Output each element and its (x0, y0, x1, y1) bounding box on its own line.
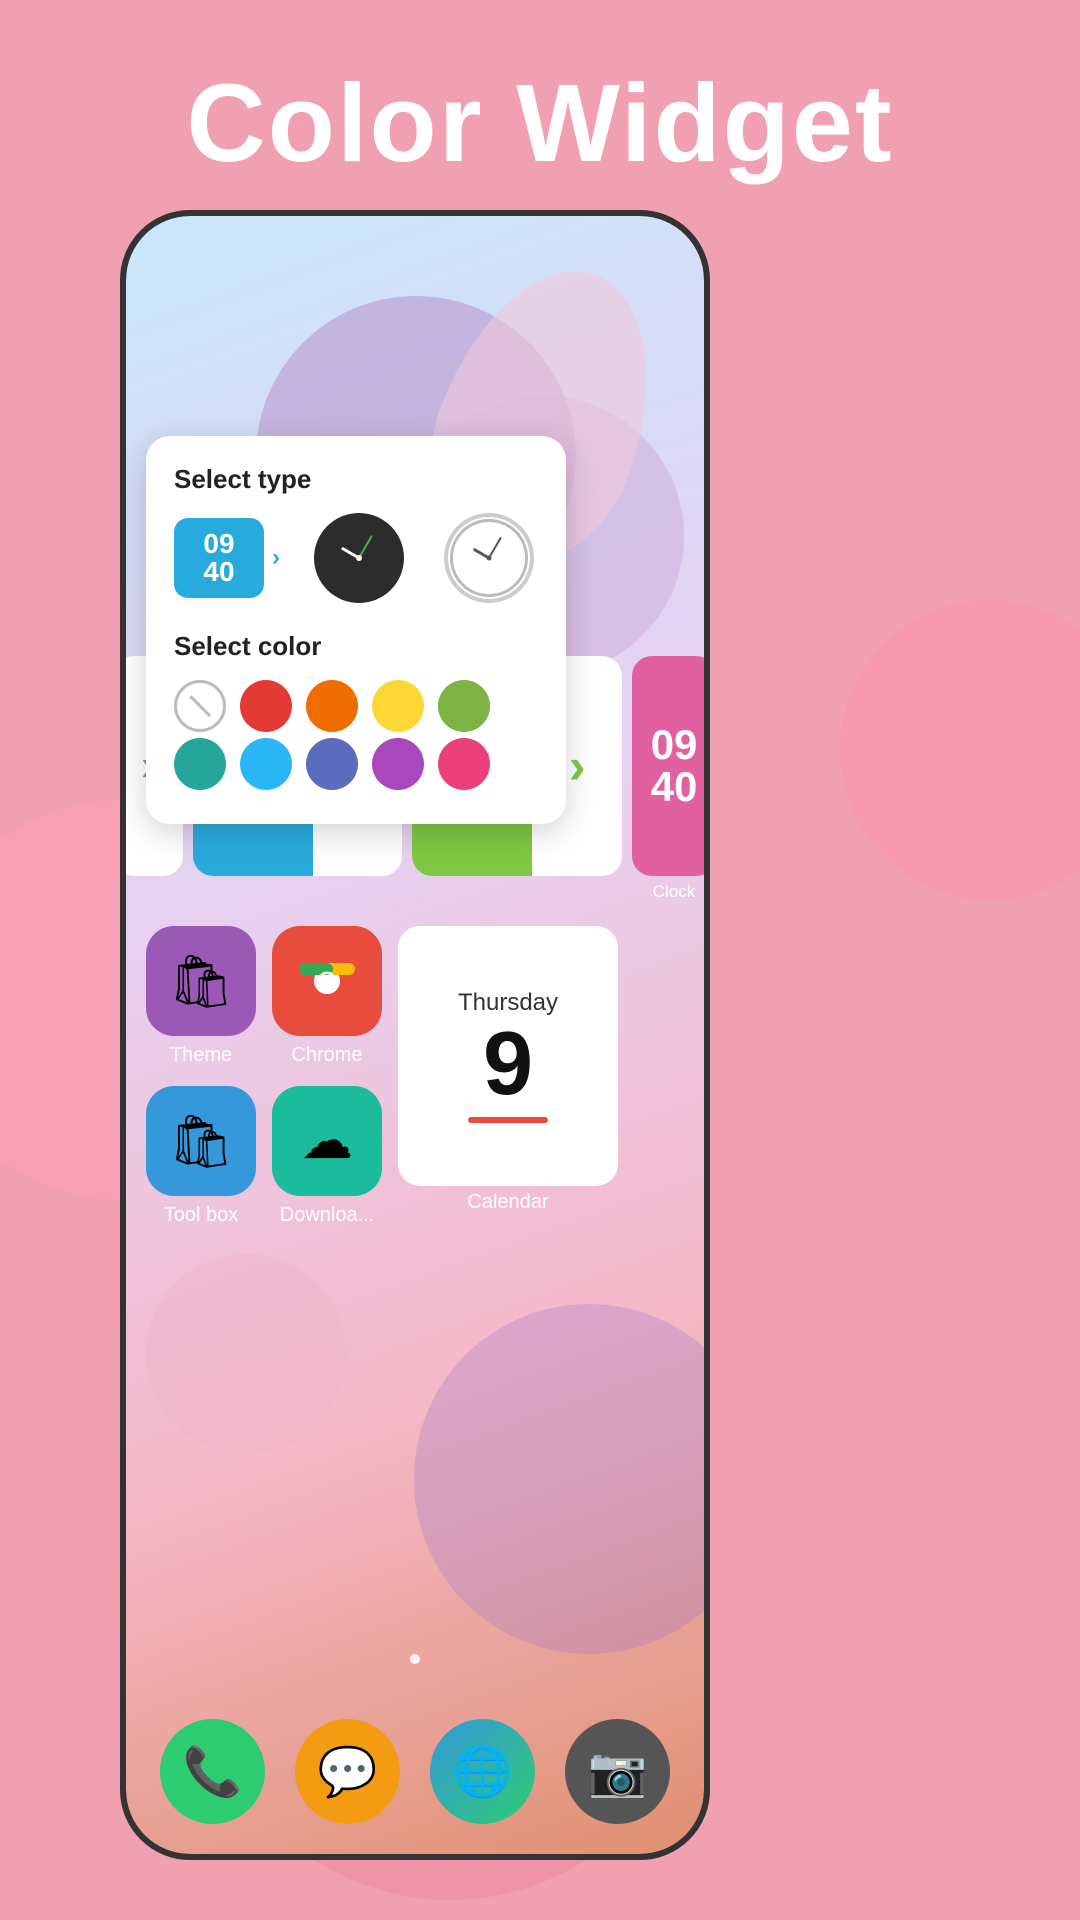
download-icon: ☁ (272, 1086, 382, 1196)
dock-camera[interactable]: 📷 (565, 1719, 670, 1824)
chrome-label: Chrome (291, 1044, 362, 1067)
chrome-icon: G (272, 926, 382, 1036)
color-swatch-red[interactable] (240, 680, 292, 732)
page-dot-active (410, 1654, 420, 1664)
color-swatch-purple[interactable] (372, 738, 424, 790)
widget-type-popup: Select type 09 40 › (146, 436, 566, 824)
clock-center (356, 555, 362, 561)
color-swatch-orange[interactable] (306, 680, 358, 732)
dock-message[interactable]: 💬 (295, 1719, 400, 1824)
calendar-day-name: Thursday (458, 989, 558, 1017)
app-theme[interactable]: 🛍 Theme (146, 926, 256, 1067)
calendar-date: 9 (483, 1019, 533, 1109)
pink-clock-label: Clock (632, 882, 704, 902)
app-toolbox[interactable]: 🛍 Tool box (146, 1086, 256, 1227)
color-swatch-teal[interactable] (174, 738, 226, 790)
theme-label: Theme (170, 1044, 232, 1067)
color-swatches-row1 (174, 680, 538, 732)
page-dots (126, 1654, 704, 1664)
download-label: Downloa... (280, 1204, 375, 1227)
toolbox-label: Tool box (164, 1204, 239, 1227)
phone-screen: Select type 09 40 › (126, 216, 704, 1854)
color-swatches-row2 (174, 738, 538, 790)
color-swatch-indigo[interactable] (306, 738, 358, 790)
type-minimal[interactable] (444, 513, 534, 603)
color-swatch-pink[interactable] (438, 738, 490, 790)
clock-face (324, 523, 394, 593)
green-chevron-icon: › (569, 737, 586, 795)
calendar-widget[interactable]: Thursday 9 Calendar (398, 926, 618, 1186)
digital-preview: 09 40 › (174, 518, 264, 598)
type-options-row: 09 40 › (174, 513, 538, 603)
dock-browser[interactable]: 🌐 (430, 1719, 535, 1824)
minimal-face (450, 519, 528, 597)
calendar-underline (468, 1117, 548, 1123)
calendar-label: Calendar (398, 1191, 618, 1214)
dock-phone[interactable]: 📞 (160, 1719, 265, 1824)
select-color-label: Select color (174, 631, 538, 662)
pink-hour: 09 (651, 724, 698, 766)
app-chrome[interactable]: G Chrome (272, 926, 382, 1067)
color-swatch-yellow[interactable] (372, 680, 424, 732)
app-download[interactable]: ☁ Downloa... (272, 1086, 382, 1227)
widget-pink-edge: 09 40 Clock (632, 656, 704, 876)
color-swatch-light-blue[interactable] (240, 738, 292, 790)
select-type-label: Select type (174, 464, 538, 495)
bottom-dock: 📞 💬 🌐 📷 (126, 1719, 704, 1824)
svg-text:G: G (318, 967, 335, 992)
phone-mockup: Select type 09 40 › (120, 210, 710, 1860)
apps-row2: 🛍 Tool box ☁ Downloa... (146, 1086, 382, 1227)
minimal-preview (444, 513, 534, 603)
page-title: Color Widget (0, 60, 1080, 187)
type-digital[interactable]: 09 40 › (174, 518, 264, 598)
theme-icon: 🛍 (146, 926, 256, 1036)
color-swatch-green[interactable] (438, 680, 490, 732)
type-analog[interactable] (314, 513, 404, 603)
toolbox-icon: 🛍 (146, 1086, 256, 1196)
title-section: Color Widget (0, 60, 1080, 187)
analog-preview (314, 513, 404, 603)
color-swatch-none[interactable] (174, 680, 226, 732)
pink-minute: 40 (651, 766, 698, 808)
minimal-center (487, 556, 492, 561)
